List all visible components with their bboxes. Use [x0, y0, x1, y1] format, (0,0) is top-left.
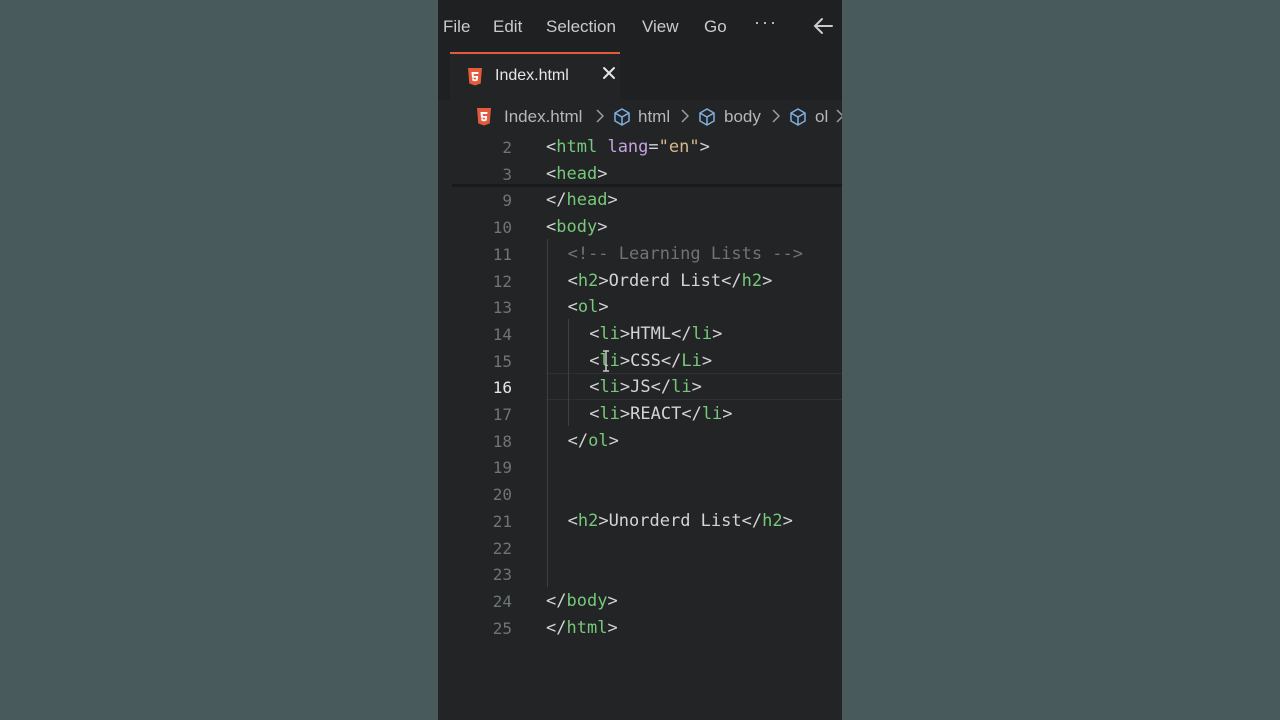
code-line[interactable]: 3 <head> — [438, 161, 842, 188]
more-menu-icon[interactable]: ··· — [754, 12, 778, 33]
code-editor-window: File Edit Selection View Go ··· Index.ht… — [438, 0, 842, 720]
menu-edit[interactable]: Edit — [493, 16, 522, 38]
line-number: 13 — [492, 298, 512, 318]
code-line[interactable]: 16 <li>JS</li> — [438, 374, 842, 401]
code-text: <html lang="en"> — [546, 137, 710, 157]
close-icon[interactable] — [602, 66, 616, 80]
line-number: 24 — [492, 591, 512, 611]
code-line[interactable]: 14 <li>HTML</li> — [438, 321, 842, 348]
code-text: <li>HTML</li> — [589, 323, 723, 344]
code-area[interactable]: 2 <html lang="en"> 3 <head> 9 </head> 10 <body>… — [438, 134, 842, 720]
background-right — [842, 0, 1280, 720]
code-line[interactable]: 22 — [438, 535, 842, 562]
line-number: 19 — [492, 458, 512, 478]
code-line[interactable]: 24 </body> — [438, 588, 842, 615]
code-line[interactable]: 9 </head> — [438, 187, 842, 214]
html5-icon — [477, 108, 491, 126]
menu-go[interactable]: Go — [704, 16, 727, 38]
chevron-right-icon — [772, 109, 780, 123]
tab-index-html[interactable]: Index.html — [450, 52, 620, 100]
menu-selection[interactable]: Selection — [546, 16, 616, 38]
menu-file[interactable]: File — [443, 16, 470, 38]
breadcrumb-ol[interactable]: ol — [815, 107, 828, 127]
menu-view[interactable]: View — [642, 16, 679, 38]
tab-label: Index.html — [495, 67, 569, 84]
breadcrumb: Index.html html body ol — [438, 100, 842, 134]
line-number: 3 — [502, 164, 512, 184]
chevron-right-icon — [681, 109, 689, 123]
code-text: </head> — [546, 190, 618, 211]
code-text: </body> — [546, 590, 618, 611]
code-text: <h2>Unorderd List</h2> — [567, 510, 793, 531]
code-line[interactable]: 21 <h2>Unorderd List</h2> — [438, 508, 842, 535]
element-cube-icon — [614, 108, 630, 126]
chevron-right-icon — [836, 109, 842, 123]
code-text: <li>REACT</li> — [589, 404, 733, 424]
line-number: 2 — [502, 138, 512, 157]
code-line[interactable]: 2 <html lang="en"> — [438, 134, 842, 161]
code-text: <body> — [546, 217, 608, 238]
code-line[interactable]: 18 </ol> — [438, 428, 842, 455]
code-text: <ol> — [567, 297, 609, 318]
code-text: </ol> — [567, 430, 619, 451]
element-cube-icon — [699, 108, 715, 126]
code-line[interactable]: 25 </html> — [438, 615, 842, 642]
code-line[interactable]: 23 — [438, 561, 842, 588]
line-number: 20 — [492, 485, 512, 505]
code-line[interactable]: 13 <ol> — [438, 294, 842, 321]
line-number: 18 — [492, 431, 512, 451]
code-line[interactable]: 19 — [438, 454, 842, 481]
code-line[interactable]: 20 — [438, 481, 842, 508]
chevron-right-icon — [596, 109, 604, 123]
element-cube-icon — [790, 108, 806, 126]
line-number: 22 — [492, 538, 512, 558]
code-text: <head> — [546, 163, 608, 184]
back-arrow-icon[interactable] — [812, 16, 834, 36]
code-text: <li>JS</li> — [589, 377, 702, 398]
line-number: 10 — [492, 218, 512, 238]
line-number: 21 — [492, 511, 512, 531]
line-number: 9 — [502, 191, 512, 211]
line-number: 17 — [492, 405, 512, 424]
background-left — [0, 0, 438, 720]
menu-bar: File Edit Selection View Go ··· — [438, 0, 842, 52]
code-line[interactable]: 15 <li>CSS</Li> — [438, 348, 842, 375]
code-text: </html> — [546, 617, 618, 638]
html5-icon — [468, 68, 482, 86]
line-number: 23 — [492, 565, 512, 585]
code-line[interactable]: 12 <h2>Orderd List</h2> — [438, 268, 842, 295]
code-line[interactable]: 17 <li>REACT</li> — [438, 401, 842, 428]
breadcrumb-file[interactable]: Index.html — [504, 107, 582, 127]
breadcrumb-body[interactable]: body — [724, 107, 761, 127]
line-number: 14 — [492, 324, 512, 344]
mouse-ibeam-cursor-icon — [603, 350, 609, 372]
code-text: <!-- Learning Lists --> — [567, 243, 803, 264]
line-number: 11 — [492, 244, 512, 264]
code-line[interactable]: 10 <body> — [438, 214, 842, 241]
code-text: <h2>Orderd List</h2> — [567, 270, 773, 291]
line-number: 25 — [492, 618, 512, 638]
code-line[interactable]: 11 <!-- Learning Lists --> — [438, 241, 842, 268]
line-number: 12 — [492, 271, 512, 291]
tab-bar: Index.html — [438, 52, 842, 100]
breadcrumb-html[interactable]: html — [638, 107, 670, 127]
line-number: 15 — [492, 351, 512, 371]
line-number: 16 — [492, 378, 512, 398]
